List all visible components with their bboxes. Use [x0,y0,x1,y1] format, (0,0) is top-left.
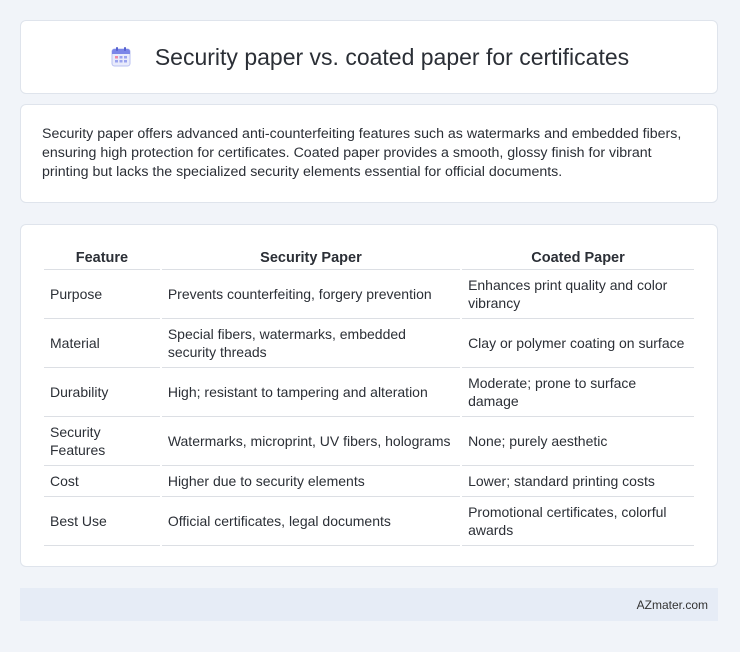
row-coated-cell: Promotional certificates, colorful award… [462,497,694,546]
row-security-cell: Official certificates, legal documents [161,497,461,546]
row-security-cell: Prevents counterfeiting, forgery prevent… [161,270,461,319]
table-row: Purpose Prevents counterfeiting, forgery… [44,270,694,319]
title-card: Security paper vs. coated paper for cert… [20,20,718,94]
row-security-cell: Higher due to security elements [161,466,461,497]
row-feature-cell: Durability [44,368,160,417]
comparison-table-card: Feature Security Paper Coated Paper Purp… [20,224,718,567]
row-feature-cell: Best Use [44,497,160,546]
row-feature-cell: Cost [44,466,160,497]
row-coated-cell: Clay or polymer coating on surface [462,319,694,368]
table-row: Material Special fibers, watermarks, emb… [44,319,694,368]
calendar-icon [109,45,133,69]
header-coated-paper: Coated Paper [462,245,694,270]
row-coated-cell: Enhances print quality and color vibranc… [462,270,694,319]
header-feature: Feature [44,245,160,270]
row-coated-cell: None; purely aesthetic [462,417,694,466]
summary-text: Security paper offers advanced anti-coun… [42,126,682,180]
footer-site-link[interactable]: AZmater.com [637,598,708,612]
summary-card: Security paper offers advanced anti-coun… [20,104,718,203]
footer-bar: AZmater.com [20,588,718,621]
page-title: Security paper vs. coated paper for cert… [154,43,630,70]
header-security-paper: Security Paper [161,245,461,270]
table-row: Cost Higher due to security elements Low… [44,466,694,497]
table-row: Security Features Watermarks, microprint… [44,417,694,466]
row-feature-cell: Material [44,319,160,368]
comparison-table: Feature Security Paper Coated Paper Purp… [42,245,696,546]
table-row: Durability High; resistant to tampering … [44,368,694,417]
table-row: Best Use Official certificates, legal do… [44,497,694,546]
row-coated-cell: Moderate; prone to surface damage [462,368,694,417]
table-header-row: Feature Security Paper Coated Paper [44,245,694,270]
row-feature-cell: Security Features [44,417,160,466]
row-security-cell: High; resistant to tampering and alterat… [161,368,461,417]
row-security-cell: Special fibers, watermarks, embedded sec… [161,319,461,368]
row-coated-cell: Lower; standard printing costs [462,466,694,497]
row-security-cell: Watermarks, microprint, UV fibers, holog… [161,417,461,466]
row-feature-cell: Purpose [44,270,160,319]
